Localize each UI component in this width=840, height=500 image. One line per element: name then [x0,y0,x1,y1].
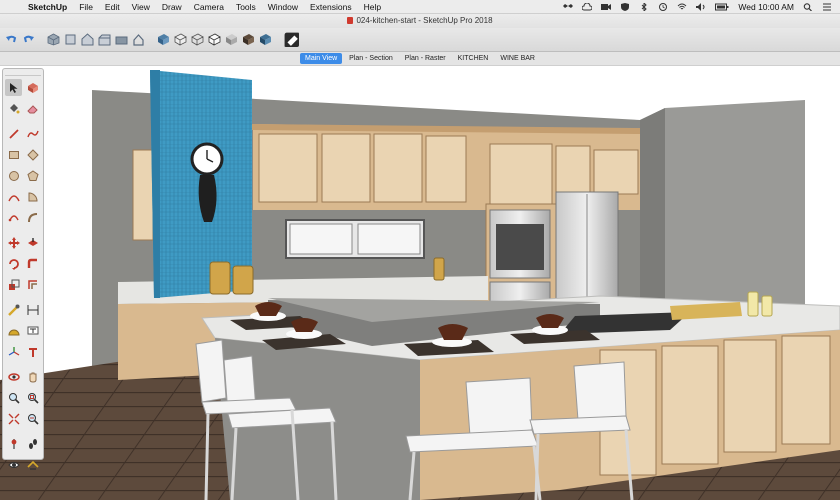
time-machine-icon[interactable] [658,2,668,11]
protractor-icon[interactable] [5,322,22,339]
status-area: Wed 10:00 AM [563,2,840,12]
palette-grip[interactable] [5,71,41,76]
cloud-icon[interactable] [582,2,593,11]
arc-icon[interactable] [5,188,22,205]
undo-icon[interactable] [5,33,18,46]
freehand-icon[interactable] [24,125,41,142]
tab-main-view[interactable]: Main View [300,53,343,64]
menu-extensions[interactable]: Extensions [304,2,358,12]
tab-plan-section[interactable]: Plan - Section [344,53,398,64]
menu-tools[interactable]: Tools [230,2,262,12]
menu-draw[interactable]: Draw [156,2,188,12]
dropbox-icon[interactable] [563,3,574,11]
arc-2pt-icon[interactable] [5,209,22,226]
select-icon[interactable] [5,79,22,96]
menu-view[interactable]: View [126,2,156,12]
polygon-icon[interactable] [24,167,41,184]
menu-camera[interactable]: Camera [188,2,230,12]
position-camera-icon[interactable] [5,435,22,452]
textured-style-icon[interactable] [242,33,255,46]
rotate-icon[interactable] [5,255,22,272]
zoom-extents-icon[interactable] [5,410,22,427]
menu-app-name[interactable]: SketchUp [22,2,73,12]
text-icon[interactable] [24,322,41,339]
model-viewport[interactable] [0,66,840,500]
circle-icon[interactable] [5,167,22,184]
look-around-icon[interactable] [5,456,22,473]
offset-icon[interactable] [24,276,41,293]
menu-help[interactable]: Help [358,2,387,12]
scale-icon[interactable] [5,276,22,293]
tab-plan-raster[interactable]: Plan - Raster [400,53,451,64]
notification-center-icon[interactable] [822,3,832,11]
zoom-icon[interactable] [5,389,22,406]
tab-kitchen[interactable]: KITCHEN [453,53,494,64]
volume-icon[interactable] [696,2,706,11]
shield-icon[interactable] [620,2,630,11]
xray-style-icon[interactable] [157,33,170,46]
zoom-window-icon[interactable] [24,389,41,406]
tab-wine-bar[interactable]: WINE BAR [495,53,540,64]
scene-tabs: Main View Plan - Section Plan - Raster K… [0,52,840,66]
menu-file[interactable]: File [73,2,99,12]
orbit-icon[interactable] [5,368,22,385]
hidden-line-style-icon[interactable] [208,33,221,46]
push-pull-icon[interactable] [24,234,41,251]
section-plane-icon[interactable] [24,456,41,473]
menu-bar: SketchUp File Edit View Draw Camera Tool… [0,0,840,14]
back-view-icon[interactable] [115,33,128,46]
kitchen-model-render [0,70,840,500]
top-view-icon[interactable] [64,33,77,46]
left-view-icon[interactable] [132,33,145,46]
move-icon[interactable] [5,234,22,251]
wifi-icon[interactable] [677,3,687,11]
bluetooth-icon[interactable] [639,2,649,11]
axes-icon[interactable] [5,343,22,360]
main-toolbar [0,28,840,52]
make-component-icon[interactable] [24,79,41,96]
walk-icon[interactable] [24,435,41,452]
paint-bucket-icon[interactable] [5,100,22,117]
camera-icon[interactable] [601,3,612,11]
menu-window[interactable]: Window [262,2,304,12]
eraser-icon[interactable] [24,100,41,117]
search-icon[interactable] [803,2,813,11]
previous-view-icon[interactable] [24,410,41,427]
wireframe-style-icon[interactable] [191,33,204,46]
rotated-rectangle-icon[interactable] [24,146,41,163]
document-icon [347,17,354,24]
battery-icon[interactable] [715,3,729,11]
shaded-style-icon[interactable] [225,33,238,46]
dimension-icon[interactable] [24,301,41,318]
monochrome-style-icon[interactable] [259,33,272,46]
arc-3pt-icon[interactable] [24,209,41,226]
back-edges-style-icon[interactable] [174,33,187,46]
follow-me-icon[interactable] [24,255,41,272]
iso-view-icon[interactable] [47,33,60,46]
window-title-bar: 024-kitchen-start - SketchUp Pro 2018 [0,14,840,28]
rectangle-icon[interactable] [5,146,22,163]
tool-palette [2,68,44,470]
3d-text-icon[interactable] [24,343,41,360]
menu-edit[interactable]: Edit [99,2,126,12]
display-section-icon[interactable] [284,32,299,47]
menu-clock[interactable]: Wed 10:00 AM [738,2,794,12]
pan-icon[interactable] [24,368,41,385]
line-icon[interactable] [5,125,22,142]
window-title: 024-kitchen-start - SketchUp Pro 2018 [356,16,493,25]
redo-icon[interactable] [22,33,35,46]
tape-measure-icon[interactable] [5,301,22,318]
pie-icon[interactable] [24,188,41,205]
right-view-icon[interactable] [98,33,111,46]
front-view-icon[interactable] [81,33,94,46]
